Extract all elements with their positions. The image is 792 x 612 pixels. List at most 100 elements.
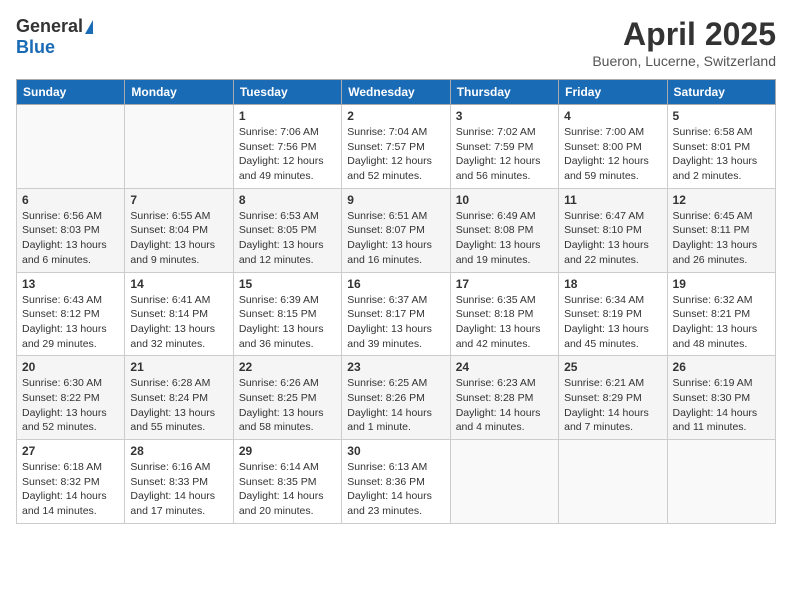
day-number: 15 xyxy=(239,277,336,291)
calendar-cell: 21 Sunrise: 6:28 AMSunset: 8:24 PMDayligh… xyxy=(125,356,233,440)
logo: General Blue xyxy=(16,16,93,58)
calendar-cell: 23 Sunrise: 6:25 AMSunset: 8:26 PMDayligh… xyxy=(342,356,450,440)
day-detail: Sunrise: 6:49 AMSunset: 8:08 PMDaylight:… xyxy=(456,209,553,268)
day-detail: Sunrise: 7:04 AMSunset: 7:57 PMDaylight:… xyxy=(347,125,444,184)
calendar-cell: 1Sunrise: 7:06 AMSunset: 7:56 PMDaylight… xyxy=(233,105,341,189)
calendar-cell: 25 Sunrise: 6:21 AMSunset: 8:29 PMDayligh… xyxy=(559,356,667,440)
day-number: 23 xyxy=(347,360,444,374)
calendar-cell: 27Sunrise: 6:18 AMSunset: 8:32 PMDayligh… xyxy=(17,440,125,524)
calendar-cell: 14 Sunrise: 6:41 AMSunset: 8:14 PMDayligh… xyxy=(125,272,233,356)
day-detail: Sunrise: 6:14 AMSunset: 8:35 PMDaylight:… xyxy=(239,460,336,519)
calendar-cell: 7 Sunrise: 6:55 AMSunset: 8:04 PMDaylight… xyxy=(125,188,233,272)
day-number: 2 xyxy=(347,109,444,123)
day-number: 5 xyxy=(673,109,770,123)
logo-general-text: General xyxy=(16,16,83,37)
day-detail: Sunrise: 6:47 AMSunset: 8:10 PMDaylight:… xyxy=(564,209,661,268)
calendar-cell xyxy=(17,105,125,189)
day-detail: Sunrise: 6:25 AMSunset: 8:26 PMDaylight:… xyxy=(347,376,444,435)
calendar-cell xyxy=(559,440,667,524)
day-detail: Sunrise: 7:02 AMSunset: 7:59 PMDaylight:… xyxy=(456,125,553,184)
calendar-cell xyxy=(125,105,233,189)
day-detail: Sunrise: 6:43 AMSunset: 8:12 PMDaylight:… xyxy=(22,293,119,352)
day-detail: Sunrise: 7:00 AMSunset: 8:00 PMDaylight:… xyxy=(564,125,661,184)
day-detail: Sunrise: 6:55 AMSunset: 8:04 PMDaylight:… xyxy=(130,209,227,268)
col-header-sunday: Sunday xyxy=(17,80,125,105)
calendar-cell: 13Sunrise: 6:43 AMSunset: 8:12 PMDayligh… xyxy=(17,272,125,356)
logo-blue-text: Blue xyxy=(16,37,55,58)
day-detail: Sunrise: 6:34 AMSunset: 8:19 PMDaylight:… xyxy=(564,293,661,352)
day-number: 18 xyxy=(564,277,661,291)
calendar-cell: 8 Sunrise: 6:53 AMSunset: 8:05 PMDaylight… xyxy=(233,188,341,272)
col-header-thursday: Thursday xyxy=(450,80,558,105)
day-detail: Sunrise: 6:45 AMSunset: 8:11 PMDaylight:… xyxy=(673,209,770,268)
day-detail: Sunrise: 6:26 AMSunset: 8:25 PMDaylight:… xyxy=(239,376,336,435)
day-number: 7 xyxy=(130,193,227,207)
col-header-wednesday: Wednesday xyxy=(342,80,450,105)
calendar-cell: 12 Sunrise: 6:45 AMSunset: 8:11 PMDayligh… xyxy=(667,188,775,272)
calendar-cell: 29 Sunrise: 6:14 AMSunset: 8:35 PMDayligh… xyxy=(233,440,341,524)
day-number: 3 xyxy=(456,109,553,123)
day-number: 17 xyxy=(456,277,553,291)
day-number: 28 xyxy=(130,444,227,458)
calendar-cell: 4 Sunrise: 7:00 AMSunset: 8:00 PMDaylight… xyxy=(559,105,667,189)
location-subtitle: Bueron, Lucerne, Switzerland xyxy=(592,53,776,69)
calendar-header-row: SundayMondayTuesdayWednesdayThursdayFrid… xyxy=(17,80,776,105)
day-detail: Sunrise: 6:28 AMSunset: 8:24 PMDaylight:… xyxy=(130,376,227,435)
calendar-cell: 5 Sunrise: 6:58 AMSunset: 8:01 PMDaylight… xyxy=(667,105,775,189)
day-detail: Sunrise: 6:35 AMSunset: 8:18 PMDaylight:… xyxy=(456,293,553,352)
col-header-monday: Monday xyxy=(125,80,233,105)
calendar-cell: 20Sunrise: 6:30 AMSunset: 8:22 PMDayligh… xyxy=(17,356,125,440)
day-number: 8 xyxy=(239,193,336,207)
calendar-cell: 24 Sunrise: 6:23 AMSunset: 8:28 PMDayligh… xyxy=(450,356,558,440)
day-detail: Sunrise: 6:21 AMSunset: 8:29 PMDaylight:… xyxy=(564,376,661,435)
day-number: 10 xyxy=(456,193,553,207)
day-number: 4 xyxy=(564,109,661,123)
day-number: 20 xyxy=(22,360,119,374)
day-number: 21 xyxy=(130,360,227,374)
day-number: 12 xyxy=(673,193,770,207)
day-detail: Sunrise: 6:18 AMSunset: 8:32 PMDaylight:… xyxy=(22,460,119,519)
day-detail: Sunrise: 6:13 AMSunset: 8:36 PMDaylight:… xyxy=(347,460,444,519)
day-detail: Sunrise: 6:58 AMSunset: 8:01 PMDaylight:… xyxy=(673,125,770,184)
day-detail: Sunrise: 6:19 AMSunset: 8:30 PMDaylight:… xyxy=(673,376,770,435)
day-number: 1 xyxy=(239,109,336,123)
calendar-cell: 15 Sunrise: 6:39 AMSunset: 8:15 PMDayligh… xyxy=(233,272,341,356)
calendar-week-row: 6Sunrise: 6:56 AMSunset: 8:03 PMDaylight… xyxy=(17,188,776,272)
month-title: April 2025 xyxy=(592,16,776,53)
calendar-week-row: 20Sunrise: 6:30 AMSunset: 8:22 PMDayligh… xyxy=(17,356,776,440)
calendar-cell: 6Sunrise: 6:56 AMSunset: 8:03 PMDaylight… xyxy=(17,188,125,272)
day-number: 25 xyxy=(564,360,661,374)
day-detail: Sunrise: 6:37 AMSunset: 8:17 PMDaylight:… xyxy=(347,293,444,352)
day-number: 9 xyxy=(347,193,444,207)
calendar-week-row: 1Sunrise: 7:06 AMSunset: 7:56 PMDaylight… xyxy=(17,105,776,189)
day-number: 22 xyxy=(239,360,336,374)
day-number: 24 xyxy=(456,360,553,374)
day-detail: Sunrise: 6:39 AMSunset: 8:15 PMDaylight:… xyxy=(239,293,336,352)
calendar-cell: 28Sunrise: 6:16 AMSunset: 8:33 PMDayligh… xyxy=(125,440,233,524)
col-header-saturday: Saturday xyxy=(667,80,775,105)
calendar-cell: 11Sunrise: 6:47 AMSunset: 8:10 PMDayligh… xyxy=(559,188,667,272)
col-header-tuesday: Tuesday xyxy=(233,80,341,105)
day-detail: Sunrise: 6:41 AMSunset: 8:14 PMDaylight:… xyxy=(130,293,227,352)
calendar-cell xyxy=(667,440,775,524)
day-number: 16 xyxy=(347,277,444,291)
day-number: 19 xyxy=(673,277,770,291)
col-header-friday: Friday xyxy=(559,80,667,105)
page-header: General Blue April 2025 Bueron, Lucerne,… xyxy=(16,16,776,69)
day-detail: Sunrise: 6:56 AMSunset: 8:03 PMDaylight:… xyxy=(22,209,119,268)
calendar-cell: 3 Sunrise: 7:02 AMSunset: 7:59 PMDaylight… xyxy=(450,105,558,189)
day-number: 30 xyxy=(347,444,444,458)
title-block: April 2025 Bueron, Lucerne, Switzerland xyxy=(592,16,776,69)
day-number: 14 xyxy=(130,277,227,291)
day-number: 29 xyxy=(239,444,336,458)
calendar-cell: 9Sunrise: 6:51 AMSunset: 8:07 PMDaylight… xyxy=(342,188,450,272)
calendar-cell: 18 Sunrise: 6:34 AMSunset: 8:19 PMDayligh… xyxy=(559,272,667,356)
calendar-cell: 2 Sunrise: 7:04 AMSunset: 7:57 PMDaylight… xyxy=(342,105,450,189)
calendar-cell xyxy=(450,440,558,524)
day-detail: Sunrise: 6:53 AMSunset: 8:05 PMDaylight:… xyxy=(239,209,336,268)
calendar-cell: 19Sunrise: 6:32 AMSunset: 8:21 PMDayligh… xyxy=(667,272,775,356)
calendar-cell: 16 Sunrise: 6:37 AMSunset: 8:17 PMDayligh… xyxy=(342,272,450,356)
day-detail: Sunrise: 6:23 AMSunset: 8:28 PMDaylight:… xyxy=(456,376,553,435)
calendar-cell: 26Sunrise: 6:19 AMSunset: 8:30 PMDayligh… xyxy=(667,356,775,440)
calendar-cell: 22 Sunrise: 6:26 AMSunset: 8:25 PMDayligh… xyxy=(233,356,341,440)
